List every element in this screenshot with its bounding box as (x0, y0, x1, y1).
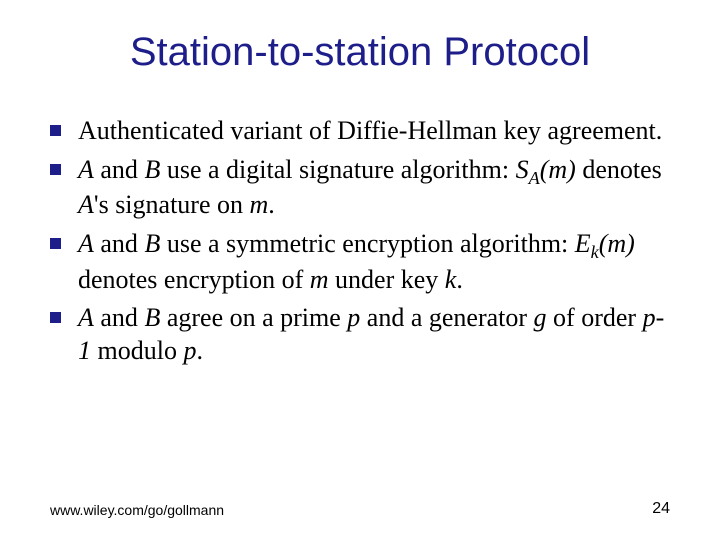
bullet-item: A and B use a digital signature algorith… (50, 154, 670, 222)
bullet-text: and (94, 155, 145, 184)
bullet-text: modulo (91, 336, 183, 365)
bullet-text: . (456, 265, 463, 294)
subscript-k: k (591, 242, 599, 262)
bullet-text: and (94, 303, 145, 332)
bullet-text: denotes (576, 155, 662, 184)
var-B: B (144, 303, 160, 332)
var-A: A (78, 303, 94, 332)
bullet-text: under key (329, 265, 445, 294)
bullet-list: Authenticated variant of Diffie-Hellman … (50, 115, 670, 367)
bullet-item: Authenticated variant of Diffie-Hellman … (50, 115, 670, 148)
bullet-text: . (196, 336, 203, 365)
var-m: m (250, 190, 269, 219)
var-A: A (78, 229, 94, 258)
var-m-paren: (m) (599, 229, 635, 258)
slide: Station-to-station Protocol Authenticate… (0, 0, 720, 540)
var-k: k (445, 265, 457, 294)
var-m: m (310, 265, 329, 294)
bullet-text: agree on a prime (160, 303, 347, 332)
var-A: A (78, 190, 94, 219)
bullet-item: A and B use a symmetric encryption algor… (50, 228, 670, 296)
var-p: p (347, 303, 360, 332)
var-A: A (78, 155, 94, 184)
subscript-A: A (529, 168, 540, 188)
bullet-text: and (94, 229, 145, 258)
bullet-text: Authenticated variant of Diffie-Hellman … (78, 116, 662, 145)
bullet-text: use a symmetric encryption algorithm: (160, 229, 574, 258)
bullet-text: use a digital signature algorithm: (160, 155, 515, 184)
bullet-text: of order (547, 303, 643, 332)
var-B: B (144, 155, 160, 184)
bullet-text: . (268, 190, 275, 219)
page-number: 24 (652, 500, 670, 518)
bullet-text: and a generator (360, 303, 533, 332)
var-S: S (516, 155, 529, 184)
bullet-text: denotes encryption of (78, 265, 310, 294)
footer-url: www.wiley.com/go/gollmann (50, 502, 224, 518)
bullet-text: 's signature on (94, 190, 250, 219)
var-m-paren: (m) (540, 155, 576, 184)
bullet-item: A and B agree on a prime p and a generat… (50, 302, 670, 367)
var-p: p (183, 336, 196, 365)
slide-title: Station-to-station Protocol (50, 30, 670, 75)
var-g: g (534, 303, 547, 332)
var-E: E (575, 229, 591, 258)
var-B: B (144, 229, 160, 258)
